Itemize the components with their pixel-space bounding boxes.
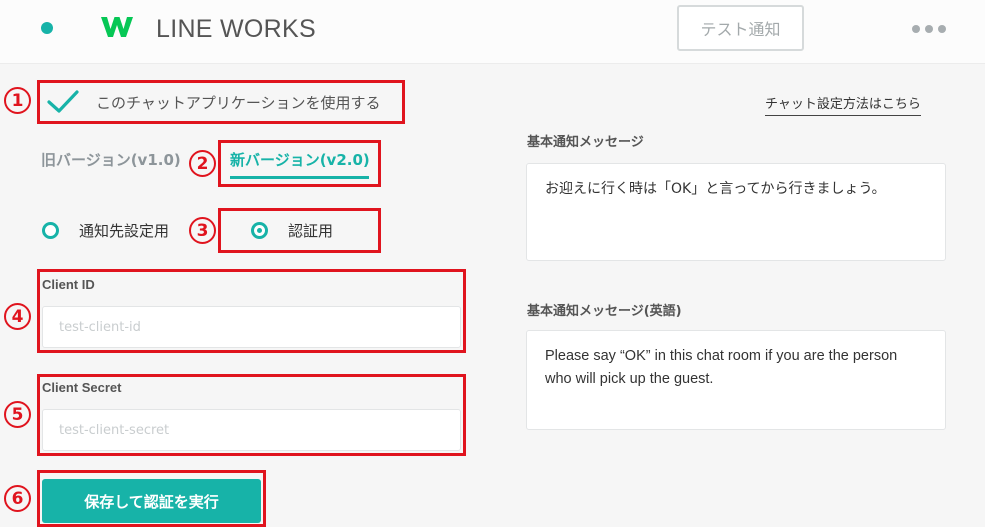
setup-guide-link[interactable]: チャット設定方法はこちら (765, 93, 921, 116)
english-message-textarea[interactable]: Please say “OK” in this chat room if you… (526, 330, 946, 430)
checkmark-icon (47, 90, 79, 113)
radio-notify-destination[interactable]: 通知先設定用 (42, 220, 169, 241)
basic-message-label: 基本通知メッセージ (527, 135, 644, 150)
radio-authentication[interactable]: 認証用 (251, 220, 333, 241)
tab-new-version[interactable]: 新バージョン(v2.0) (230, 149, 370, 170)
save-and-authenticate-button[interactable]: 保存して認証を実行 (42, 479, 261, 523)
tab-old-version[interactable]: 旧バージョン(v1.0) (41, 149, 181, 170)
test-notification-button[interactable]: テスト通知 (677, 5, 804, 51)
annotation-number-6: 6 (4, 485, 31, 512)
english-message-label: 基本通知メッセージ(英語) (527, 304, 682, 319)
client-id-input[interactable] (42, 306, 461, 348)
client-id-label: Client ID (42, 277, 95, 292)
status-dot (41, 22, 53, 34)
enable-app-checkbox[interactable]: このチャットアプリケーションを使用する (42, 84, 400, 120)
enable-app-label: このチャットアプリケーションを使用する (96, 93, 381, 112)
radio-selected-icon (251, 222, 268, 239)
annotation-number-2: 2 (189, 150, 216, 177)
basic-message-textarea[interactable]: お迎えに行く時は「OK」と言ってから行きましょう。 (526, 163, 946, 261)
annotation-number-3: 3 (189, 217, 216, 244)
radio-unselected-icon (42, 222, 59, 239)
brand-name: LINE WORKS (156, 15, 316, 43)
line-works-logo-icon (101, 17, 133, 37)
annotation-number-5: 5 (4, 401, 31, 428)
annotation-number-1: 1 (4, 87, 31, 114)
radio-notify-label: 通知先設定用 (79, 222, 170, 240)
app-header: LINE WORKS テスト通知 (0, 0, 985, 64)
active-tab-indicator (230, 176, 369, 179)
annotation-number-4: 4 (4, 303, 31, 330)
radio-auth-label: 認証用 (288, 222, 334, 240)
more-options-icon[interactable] (912, 20, 948, 38)
client-secret-input[interactable] (42, 409, 461, 451)
client-secret-label: Client Secret (42, 380, 122, 395)
